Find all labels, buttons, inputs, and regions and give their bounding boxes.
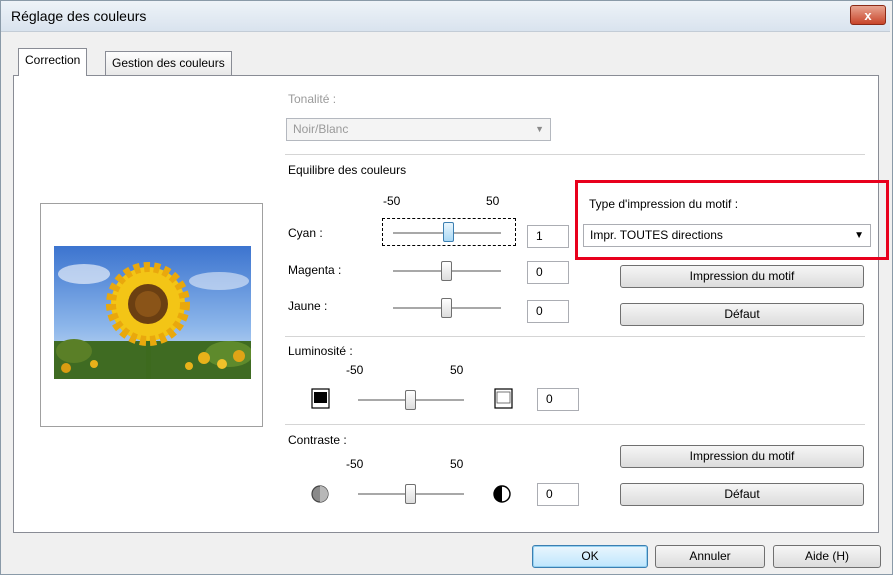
help-button[interactable]: Aide (H)	[773, 545, 881, 568]
cancel-label: Annuler	[689, 549, 731, 563]
contrast-slider-thumb[interactable]	[405, 484, 416, 504]
magenta-value-field[interactable]: 0	[527, 261, 569, 284]
highlight-box	[575, 180, 889, 260]
contrast-value: 0	[546, 487, 553, 501]
color-balance-label: Equilibre des couleurs	[288, 163, 407, 177]
brightness-scale-min: -50	[346, 363, 364, 377]
tab-gestion-couleurs[interactable]: Gestion des couleurs	[105, 51, 232, 75]
magenta-slider-thumb[interactable]	[441, 261, 452, 281]
close-icon: x	[864, 8, 872, 23]
high-contrast-icon	[492, 484, 512, 504]
contrast-default-button[interactable]: Défaut	[620, 483, 864, 506]
yellow-value-field[interactable]: 0	[527, 300, 569, 323]
tone-label: Tonalité :	[288, 92, 337, 106]
low-contrast-icon	[310, 484, 330, 504]
separator	[285, 336, 865, 337]
cancel-button[interactable]: Annuler	[655, 545, 765, 568]
ok-label: OK	[581, 549, 599, 563]
yellow-slider-thumb[interactable]	[441, 298, 452, 318]
cyan-slider-thumb[interactable]	[443, 222, 454, 242]
balance-scale-min: -50	[383, 194, 401, 208]
default-label: Défaut	[724, 307, 760, 321]
pattern-type-value: Impr. TOUTES directions	[590, 228, 723, 242]
brightness-value: 0	[546, 392, 553, 406]
contrast-value-field[interactable]: 0	[537, 483, 579, 506]
tone-select[interactable]: Noir/Blanc ▼	[286, 118, 551, 141]
tab-gestion-couleurs-label: Gestion des couleurs	[112, 56, 225, 70]
brightness-label: Luminosité :	[288, 344, 353, 358]
contrast-default-label: Défaut	[724, 487, 760, 501]
tab-correction[interactable]: Correction	[18, 48, 88, 76]
window-title: Réglage des couleurs	[11, 8, 147, 24]
brightness-slider-thumb[interactable]	[405, 390, 416, 410]
separator	[285, 154, 865, 155]
yellow-label: Jaune :	[288, 299, 328, 313]
pattern-print-button[interactable]: Impression du motif	[620, 265, 864, 288]
title-bar: Réglage des couleurs x	[1, 1, 890, 32]
dark-brightness-icon	[311, 388, 330, 410]
pattern-print-label: Impression du motif	[689, 269, 795, 283]
contrast-scale-max: 50	[450, 457, 464, 471]
chevron-down-icon: ▼	[535, 124, 544, 134]
magenta-value: 0	[536, 265, 543, 279]
brightness-scale-max: 50	[450, 363, 464, 377]
contrast-pattern-print-label: Impression du motif	[689, 449, 795, 463]
yellow-value: 0	[536, 304, 543, 318]
preview-image	[54, 246, 251, 379]
contrast-label: Contraste :	[288, 433, 347, 447]
pattern-type-label: Type d'impression du motif :	[589, 197, 739, 211]
help-label: Aide (H)	[804, 549, 849, 563]
separator	[285, 424, 865, 425]
contrast-scale-min: -50	[346, 457, 364, 471]
chevron-down-icon: ▼	[854, 230, 864, 241]
brightness-value-field[interactable]: 0	[537, 388, 579, 411]
cyan-value: 1	[536, 229, 543, 243]
cyan-label: Cyan :	[288, 226, 323, 240]
tab-correction-label: Correction	[25, 53, 81, 67]
tone-select-value: Noir/Blanc	[293, 122, 349, 136]
light-brightness-icon	[494, 388, 513, 410]
close-button[interactable]: x	[850, 5, 886, 25]
magenta-label: Magenta :	[288, 263, 342, 277]
pattern-type-select[interactable]: Impr. TOUTES directions ▼	[583, 224, 871, 247]
cyan-value-field[interactable]: 1	[527, 225, 569, 248]
ok-button[interactable]: OK	[532, 545, 648, 568]
balance-scale-max: 50	[486, 194, 500, 208]
contrast-pattern-print-button[interactable]: Impression du motif	[620, 445, 864, 468]
default-button[interactable]: Défaut	[620, 303, 864, 326]
